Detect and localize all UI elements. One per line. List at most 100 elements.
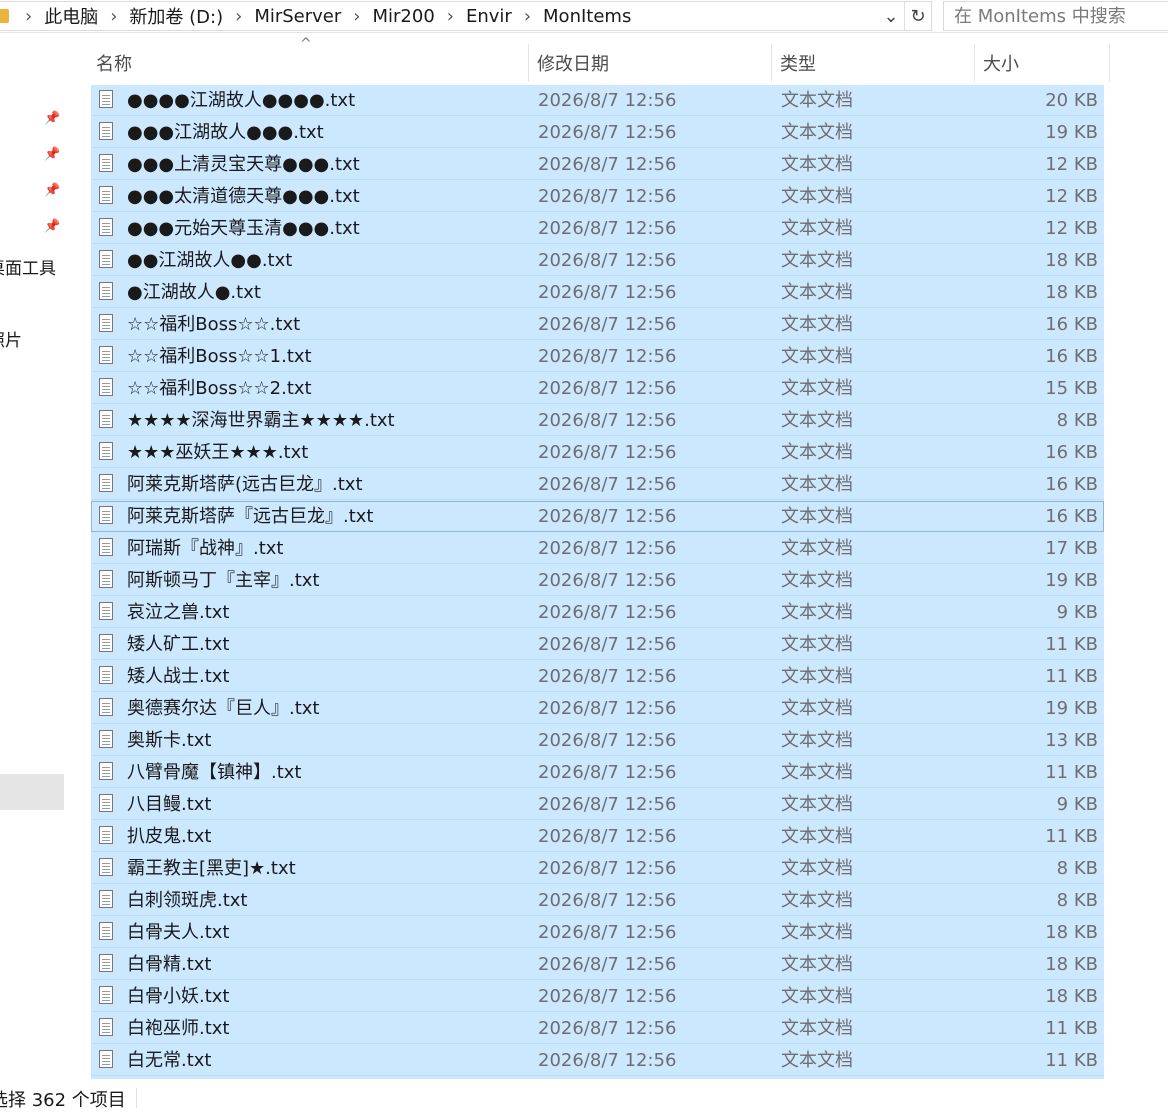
text-file-icon	[99, 1018, 113, 1036]
file-name[interactable]: 哀泣之兽.txt	[127, 597, 230, 628]
file-name[interactable]: ●●●上清灵宝天尊●●●.txt	[127, 149, 360, 180]
file-name[interactable]: 阿莱克斯塔萨『远古巨龙』.txt	[127, 501, 374, 532]
breadcrumb-item[interactable]: MirServer	[246, 6, 349, 27]
file-name[interactable]: 白刺领斑虎.txt	[127, 885, 248, 916]
column-header-type[interactable]: 类型	[771, 44, 974, 82]
pin-icon[interactable]: 📌	[44, 184, 60, 198]
file-row[interactable]: 哀泣之兽.txt 2026/8/7 12:56 文本文档 9 KB	[91, 597, 1104, 628]
file-name[interactable]: 白骨夫人.txt	[127, 917, 230, 948]
file-name[interactable]: 奥斯卡.txt	[127, 725, 212, 756]
breadcrumb-item[interactable]: MonItems	[535, 6, 639, 27]
file-name[interactable]: 阿瑞斯『战神』.txt	[127, 533, 284, 564]
file-row[interactable]: 白骨小妖.txt 2026/8/7 12:56 文本文档 18 KB	[91, 981, 1104, 1012]
file-name[interactable]: 白无常.txt	[127, 1045, 212, 1076]
address-bar[interactable]: › 此电脑 › 新加卷 (D:) › MirServer › Mir200 › Envir › Mon…	[0, 1, 932, 31]
file-row[interactable]: 白刺领斑虎.txt 2026/8/7 12:56 文本文档 8 KB	[91, 885, 1104, 916]
breadcrumb-separator-icon[interactable]: ›	[443, 6, 458, 27]
file-name[interactable]: ☆☆福利Boss☆☆2.txt	[127, 373, 312, 404]
file-date: 2026/8/7 12:56	[538, 410, 677, 431]
sidebar-item-photos[interactable]: 照片	[0, 326, 22, 351]
breadcrumb-separator-icon[interactable]: ›	[349, 6, 364, 27]
file-row[interactable]: ★★★★深海世界霸主★★★★.txt 2026/8/7 12:56 文本文档 8 KB	[91, 405, 1104, 436]
sidebar-selected-item[interactable]	[0, 774, 64, 810]
file-name[interactable]: ★★★巫妖王★★★.txt	[127, 437, 308, 468]
pin-icon[interactable]: 📌	[44, 148, 60, 162]
file-type: 文本文档	[781, 986, 853, 1007]
pin-icon[interactable]: 📌	[44, 220, 60, 234]
file-row[interactable]: 奥德赛尔达『巨人』.txt 2026/8/7 12:56 文本文档 19 KB	[91, 693, 1104, 724]
file-row[interactable]: ●●●●江湖故人●●●●.txt 2026/8/7 12:56 文本文档 20 KB	[91, 85, 1104, 116]
breadcrumb-separator-icon[interactable]: ›	[520, 6, 535, 27]
file-name[interactable]: 矮人矿工.txt	[127, 629, 230, 660]
refresh-icon[interactable]: ↻	[904, 2, 931, 30]
file-name[interactable]: 白骨精.txt	[127, 949, 212, 980]
file-row[interactable]: 霸王教主[黑吏]★.txt 2026/8/7 12:56 文本文档 8 KB	[91, 853, 1104, 884]
pin-icon[interactable]: 📌	[44, 112, 60, 126]
file-name[interactable]: 阿斯顿马丁『主宰』.txt	[127, 565, 320, 596]
file-row[interactable]: 白无常.txt 2026/8/7 12:56 文本文档 11 KB	[91, 1045, 1104, 1076]
file-name[interactable]: ●●●●江湖故人●●●●.txt	[127, 85, 355, 116]
file-name[interactable]: 白袍巫师.txt	[127, 1013, 230, 1044]
file-name[interactable]: 阿莱克斯塔萨(远古巨龙』.txt	[127, 469, 363, 500]
column-header-size[interactable]: 大小	[974, 44, 1110, 82]
address-dropdown-icon[interactable]: ⌄	[878, 2, 904, 30]
file-name[interactable]: 八目鳗.txt	[127, 789, 212, 820]
file-row[interactable]: 阿莱克斯塔萨(远古巨龙』.txt 2026/8/7 12:56 文本文档 16 KB	[91, 469, 1104, 500]
file-row[interactable]: 扒皮鬼.txt 2026/8/7 12:56 文本文档 11 KB	[91, 821, 1104, 852]
sidebar-item-desktop-tools[interactable]: 桌面工具	[0, 254, 56, 279]
file-name[interactable]: ●●●江湖故人●●●.txt	[127, 117, 324, 148]
file-row[interactable]: 白袍巫师.txt 2026/8/7 12:56 文本文档 11 KB	[91, 1013, 1104, 1044]
file-name[interactable]: ☆☆福利Boss☆☆1.txt	[127, 341, 312, 372]
breadcrumb-separator-icon[interactable]: ›	[21, 6, 36, 27]
file-row[interactable]: ●●●太清道德天尊●●●.txt 2026/8/7 12:56 文本文档 12 KB	[91, 181, 1104, 212]
column-header-date[interactable]: 修改日期	[528, 44, 771, 82]
file-name[interactable]: 霸王教主[黑吏]★.txt	[127, 853, 296, 884]
file-name[interactable]: ●江湖故人●.txt	[127, 277, 261, 308]
search-box[interactable]	[943, 1, 1168, 31]
file-name[interactable]: ●●●太清道德天尊●●●.txt	[127, 181, 360, 212]
file-row[interactable]: 八臂骨魔【镇神】.txt 2026/8/7 12:56 文本文档 11 KB	[91, 757, 1104, 788]
file-name[interactable]: ●●●元始天尊玉清●●●.txt	[127, 213, 360, 244]
breadcrumb-separator-icon[interactable]: ›	[106, 6, 121, 27]
file-name[interactable]: ●●江湖故人●●.txt	[127, 245, 292, 276]
file-row[interactable]: ☆☆福利Boss☆☆1.txt 2026/8/7 12:56 文本文档 16 KB	[91, 341, 1104, 372]
text-file-icon	[99, 122, 113, 140]
breadcrumb-separator-icon[interactable]: ›	[231, 6, 246, 27]
search-input[interactable]	[944, 2, 1168, 30]
breadcrumb-item[interactable]: 此电脑	[36, 3, 106, 29]
breadcrumb-item[interactable]: Mir200	[364, 6, 442, 27]
file-row[interactable]: ●●●元始天尊玉清●●●.txt 2026/8/7 12:56 文本文档 12 KB	[91, 213, 1104, 244]
file-row[interactable]: 矮人战士.txt 2026/8/7 12:56 文本文档 11 KB	[91, 661, 1104, 692]
file-row[interactable]: 奥斯卡.txt 2026/8/7 12:56 文本文档 13 KB	[91, 725, 1104, 756]
text-file-icon	[99, 986, 113, 1004]
text-file-icon	[99, 442, 113, 460]
file-name[interactable]: ★★★★深海世界霸主★★★★.txt	[127, 405, 395, 436]
file-row[interactable]: 阿瑞斯『战神』.txt 2026/8/7 12:56 文本文档 17 KB	[91, 533, 1104, 564]
text-file-icon	[99, 570, 113, 588]
file-row[interactable]: 阿斯顿马丁『主宰』.txt 2026/8/7 12:56 文本文档 19 KB	[91, 565, 1104, 596]
breadcrumb-item[interactable]: 新加卷 (D:)	[121, 3, 231, 29]
file-list[interactable]: ●●●●江湖故人●●●●.txt 2026/8/7 12:56 文本文档 20 KB ●…	[91, 85, 1104, 1079]
file-row[interactable]: ★★★巫妖王★★★.txt 2026/8/7 12:56 文本文档 16 KB	[91, 437, 1104, 468]
file-name[interactable]: 奥德赛尔达『巨人』.txt	[127, 693, 320, 724]
file-name[interactable]: 扒皮鬼.txt	[127, 821, 212, 852]
column-header-name[interactable]: 名称	[88, 44, 528, 82]
file-row[interactable]: 八目鳗.txt 2026/8/7 12:56 文本文档 9 KB	[91, 789, 1104, 820]
file-row[interactable]: 矮人矿工.txt 2026/8/7 12:56 文本文档 11 KB	[91, 629, 1104, 660]
file-row[interactable]: 白骨精.txt 2026/8/7 12:56 文本文档 18 KB	[91, 949, 1104, 980]
file-row[interactable]: ●●●江湖故人●●●.txt 2026/8/7 12:56 文本文档 19 KB	[91, 117, 1104, 148]
breadcrumb-item[interactable]: Envir	[458, 6, 520, 27]
file-name[interactable]: 白骨小妖.txt	[127, 981, 230, 1012]
file-row[interactable]: ●●●上清灵宝天尊●●●.txt 2026/8/7 12:56 文本文档 12 KB	[91, 149, 1104, 180]
file-date: 2026/8/7 12:56	[538, 218, 677, 239]
file-row[interactable]: ☆☆福利Boss☆☆.txt 2026/8/7 12:56 文本文档 16 KB	[91, 309, 1104, 340]
file-name[interactable]: ☆☆福利Boss☆☆.txt	[127, 309, 300, 340]
file-row[interactable]: ●江湖故人●.txt 2026/8/7 12:56 文本文档 18 KB	[91, 277, 1104, 308]
file-name[interactable]: 矮人战士.txt	[127, 661, 230, 692]
file-row[interactable]: ☆☆福利Boss☆☆2.txt 2026/8/7 12:56 文本文档 15 KB	[91, 373, 1104, 404]
navigation-pane: 📌 📌 📌 📌 桌面工具 照片	[0, 33, 64, 1079]
file-row[interactable]: 阿莱克斯塔萨『远古巨龙』.txt 2026/8/7 12:56 文本文档 16 KB	[91, 501, 1104, 532]
file-name[interactable]: 八臂骨魔【镇神】.txt	[127, 757, 302, 788]
file-row[interactable]: ●●江湖故人●●.txt 2026/8/7 12:56 文本文档 18 KB	[91, 245, 1104, 276]
file-row[interactable]: 白骨夫人.txt 2026/8/7 12:56 文本文档 18 KB	[91, 917, 1104, 948]
